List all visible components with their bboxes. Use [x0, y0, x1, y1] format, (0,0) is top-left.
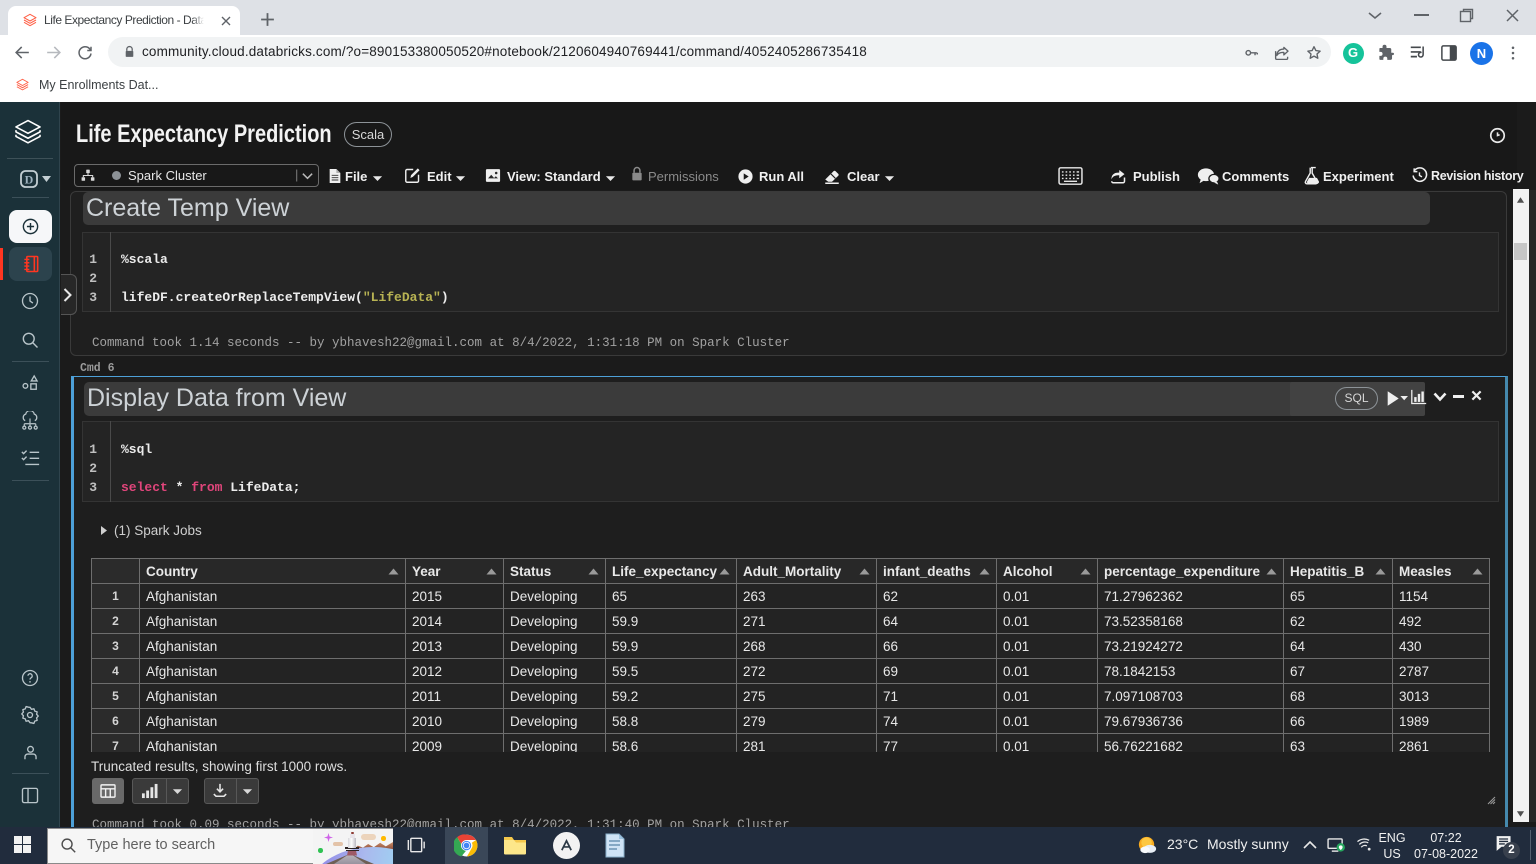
svg-text:D: D: [25, 173, 34, 187]
